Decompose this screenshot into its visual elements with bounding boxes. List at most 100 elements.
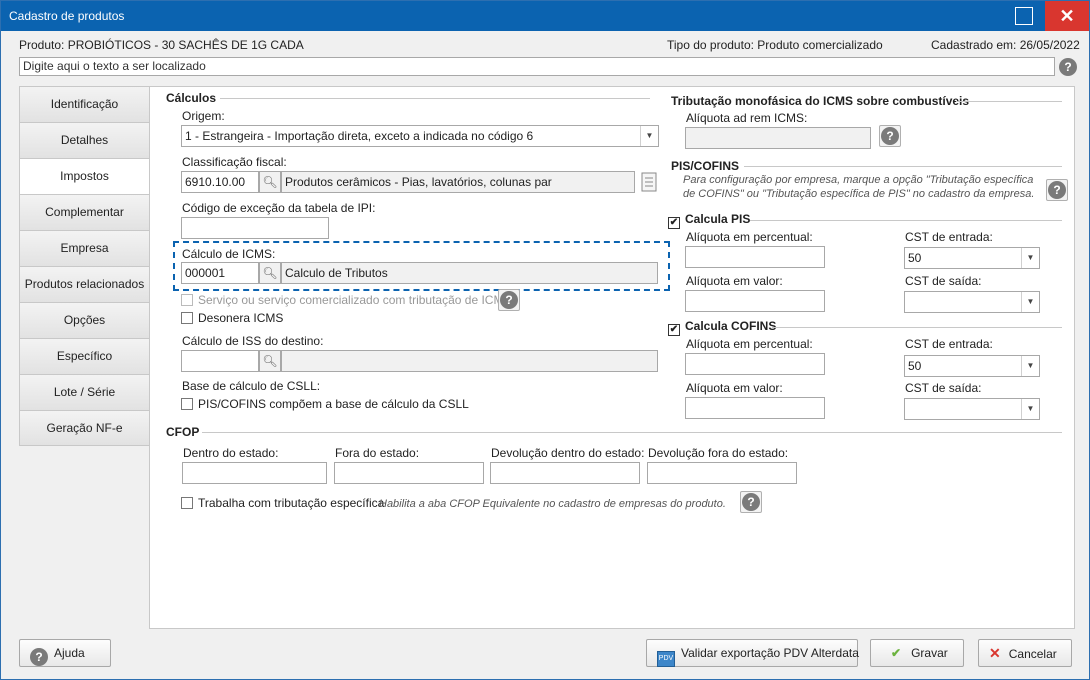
search-input[interactable]: Digite aqui o texto a ser localizado bbox=[19, 57, 1055, 76]
tab-especifico[interactable]: Específico bbox=[19, 338, 150, 374]
title-bar: Cadastro de produtos ✕ bbox=[1, 1, 1089, 31]
aliquota-adrem-label: Alíquota ad rem ICMS: bbox=[686, 111, 808, 125]
checkbox-icon bbox=[181, 398, 193, 410]
piscofins-help-button[interactable]: ? bbox=[1046, 179, 1068, 201]
tab-produtos-relacionados[interactable]: Produtos relacionados bbox=[19, 266, 150, 302]
servico-help-button[interactable]: ? bbox=[498, 289, 520, 311]
chevron-down-icon: ▼ bbox=[1021, 292, 1039, 312]
ipi-input[interactable] bbox=[181, 217, 329, 239]
checkmark-icon: ✔ bbox=[668, 217, 680, 229]
cofins-aliq-valor-input[interactable] bbox=[685, 397, 825, 419]
trabalha-help-button[interactable]: ? bbox=[740, 491, 762, 513]
cofins-cst-saida-select[interactable]: ▼ bbox=[904, 398, 1040, 420]
cfop-title: CFOP bbox=[166, 425, 200, 439]
gravar-label: Gravar bbox=[911, 646, 948, 660]
pis-aliq-perc-input[interactable] bbox=[685, 246, 825, 268]
pis-aliq-perc-label: Alíquota em percentual: bbox=[686, 230, 813, 244]
checkbox-icon bbox=[181, 294, 193, 306]
csll-checkbox[interactable]: PIS/COFINS compõem a base de cálculo da … bbox=[181, 397, 469, 411]
cofins-cst-saida-label: CST de saída: bbox=[905, 381, 982, 395]
monofasica-title: Tributação monofásica do ICMS sobre comb… bbox=[671, 94, 970, 108]
origem-value: 1 - Estrangeira - Importação direta, exc… bbox=[185, 129, 534, 143]
product-name: Produto: PROBIÓTICOS - 30 SACHÊS DE 1G C… bbox=[19, 38, 304, 52]
pdv-icon: PDV bbox=[657, 651, 675, 667]
cfop-dev-dentro-label: Devolução dentro do estado: bbox=[491, 446, 645, 460]
ipi-label: Código de exceção da tabela de IPI: bbox=[182, 201, 376, 215]
cofins-cst-entrada-label: CST de entrada: bbox=[905, 337, 993, 351]
trabalha-checkbox[interactable]: Trabalha com tributação específica bbox=[181, 496, 384, 510]
tab-detalhes[interactable]: Detalhes bbox=[19, 122, 150, 158]
info-bar: Produto: PROBIÓTICOS - 30 SACHÊS DE 1G C… bbox=[1, 31, 1089, 57]
checkmark-icon: ✔ bbox=[891, 646, 902, 660]
tab-identificacao[interactable]: Identificação bbox=[19, 86, 150, 122]
cfop-dev-dentro-input[interactable] bbox=[490, 462, 640, 484]
gravar-button[interactable]: ✔ Gravar bbox=[870, 639, 964, 667]
cfop-fora-label: Fora do estado: bbox=[335, 446, 420, 460]
iss-code-input[interactable] bbox=[181, 350, 259, 372]
chevron-down-icon: ▼ bbox=[1021, 356, 1039, 376]
cofins-aliq-perc-input[interactable] bbox=[685, 353, 825, 375]
piscofins-note: Para configuração por empresa, marque a … bbox=[683, 174, 1035, 200]
help-icon: ? bbox=[742, 493, 760, 511]
adrem-help-button[interactable]: ? bbox=[879, 125, 901, 147]
pis-cst-entrada-select[interactable]: 50 ▼ bbox=[904, 247, 1040, 269]
calcula-cofins-label: Calcula COFINS bbox=[685, 319, 777, 333]
impostos-panel: Cálculos Origem: 1 - Estrangeira - Impor… bbox=[149, 86, 1075, 629]
aliquota-adrem-input bbox=[685, 127, 871, 149]
calcula-pis-checkbox[interactable]: ✔ Calcula PIS bbox=[668, 212, 750, 229]
validar-pdv-button[interactable]: PDV Validar exportação PDV Alterdata bbox=[646, 639, 859, 667]
tab-complementar[interactable]: Complementar bbox=[19, 194, 150, 230]
help-icon: ? bbox=[881, 127, 899, 145]
tab-geracao-nfe[interactable]: Geração NF-e bbox=[19, 410, 150, 446]
checkbox-icon bbox=[181, 312, 193, 324]
desonera-checkbox[interactable]: Desonera ICMS bbox=[181, 311, 283, 325]
classif-label: Classificação fiscal: bbox=[182, 155, 287, 169]
icms-code-input[interactable]: 000001 bbox=[181, 262, 259, 284]
cfop-dentro-input[interactable] bbox=[182, 462, 327, 484]
origem-label: Origem: bbox=[182, 109, 225, 123]
registered-date: Cadastrado em: 26/05/2022 bbox=[931, 38, 1080, 52]
servico-checkbox[interactable]: Serviço ou serviço comercializado com tr… bbox=[181, 293, 511, 307]
pis-cst-entrada-label: CST de entrada: bbox=[905, 230, 993, 244]
desonera-label: Desonera ICMS bbox=[198, 311, 284, 325]
classif-search-icon[interactable]: 🔍︎ bbox=[259, 171, 281, 193]
cfop-fora-input[interactable] bbox=[334, 462, 484, 484]
calculos-title: Cálculos bbox=[166, 91, 217, 105]
cfop-dentro-label: Dentro do estado: bbox=[183, 446, 279, 460]
classif-code-input[interactable]: 6910.10.00 bbox=[181, 171, 259, 193]
pis-cst-saida-select[interactable]: ▼ bbox=[904, 291, 1040, 313]
origem-select[interactable]: 1 - Estrangeira - Importação direta, exc… bbox=[181, 125, 659, 147]
pis-aliq-valor-input[interactable] bbox=[685, 290, 825, 312]
help-icon: ? bbox=[30, 648, 48, 666]
iss-search-icon[interactable]: 🔍︎ bbox=[259, 350, 281, 372]
tab-empresa[interactable]: Empresa bbox=[19, 230, 150, 266]
ajuda-label: Ajuda bbox=[54, 646, 85, 660]
maximize-icon[interactable] bbox=[1015, 7, 1033, 25]
cfop-dev-fora-input[interactable] bbox=[647, 462, 797, 484]
ajuda-button[interactable]: ? Ajuda bbox=[19, 639, 111, 667]
help-icon: ? bbox=[1048, 181, 1066, 199]
classif-desc: Produtos cerâmicos - Pias, lavatórios, c… bbox=[281, 171, 635, 193]
cofins-aliq-valor-label: Alíquota em valor: bbox=[686, 381, 783, 395]
help-icon: ? bbox=[500, 291, 518, 309]
chevron-down-icon: ▼ bbox=[1021, 248, 1039, 268]
checkbox-icon bbox=[181, 497, 193, 509]
close-icon[interactable]: ✕ bbox=[1045, 1, 1089, 31]
cancelar-button[interactable]: ✕ Cancelar bbox=[978, 639, 1072, 667]
pis-aliq-valor-label: Alíquota em valor: bbox=[686, 274, 783, 288]
calcula-cofins-checkbox[interactable]: ✔ Calcula COFINS bbox=[668, 319, 776, 336]
csll-label: Base de cálculo de CSLL: bbox=[182, 379, 321, 393]
validar-label: Validar exportação PDV Alterdata bbox=[681, 646, 859, 660]
search-help-icon[interactable]: ? bbox=[1059, 58, 1077, 76]
iss-desc bbox=[281, 350, 658, 372]
piscofins-title: PIS/COFINS bbox=[671, 159, 740, 173]
icms-search-icon[interactable]: 🔍︎ bbox=[259, 262, 281, 284]
tab-lote-serie[interactable]: Lote / Série bbox=[19, 374, 150, 410]
window-title: Cadastro de produtos bbox=[9, 9, 125, 23]
iss-label: Cálculo de ISS do destino: bbox=[182, 334, 324, 348]
tab-opcoes[interactable]: Opções bbox=[19, 302, 150, 338]
cofins-cst-entrada-select[interactable]: 50 ▼ bbox=[904, 355, 1040, 377]
csll-check-label: PIS/COFINS compõem a base de cálculo da … bbox=[198, 397, 469, 411]
list-icon[interactable] bbox=[640, 171, 660, 193]
tab-impostos[interactable]: Impostos bbox=[19, 158, 150, 194]
